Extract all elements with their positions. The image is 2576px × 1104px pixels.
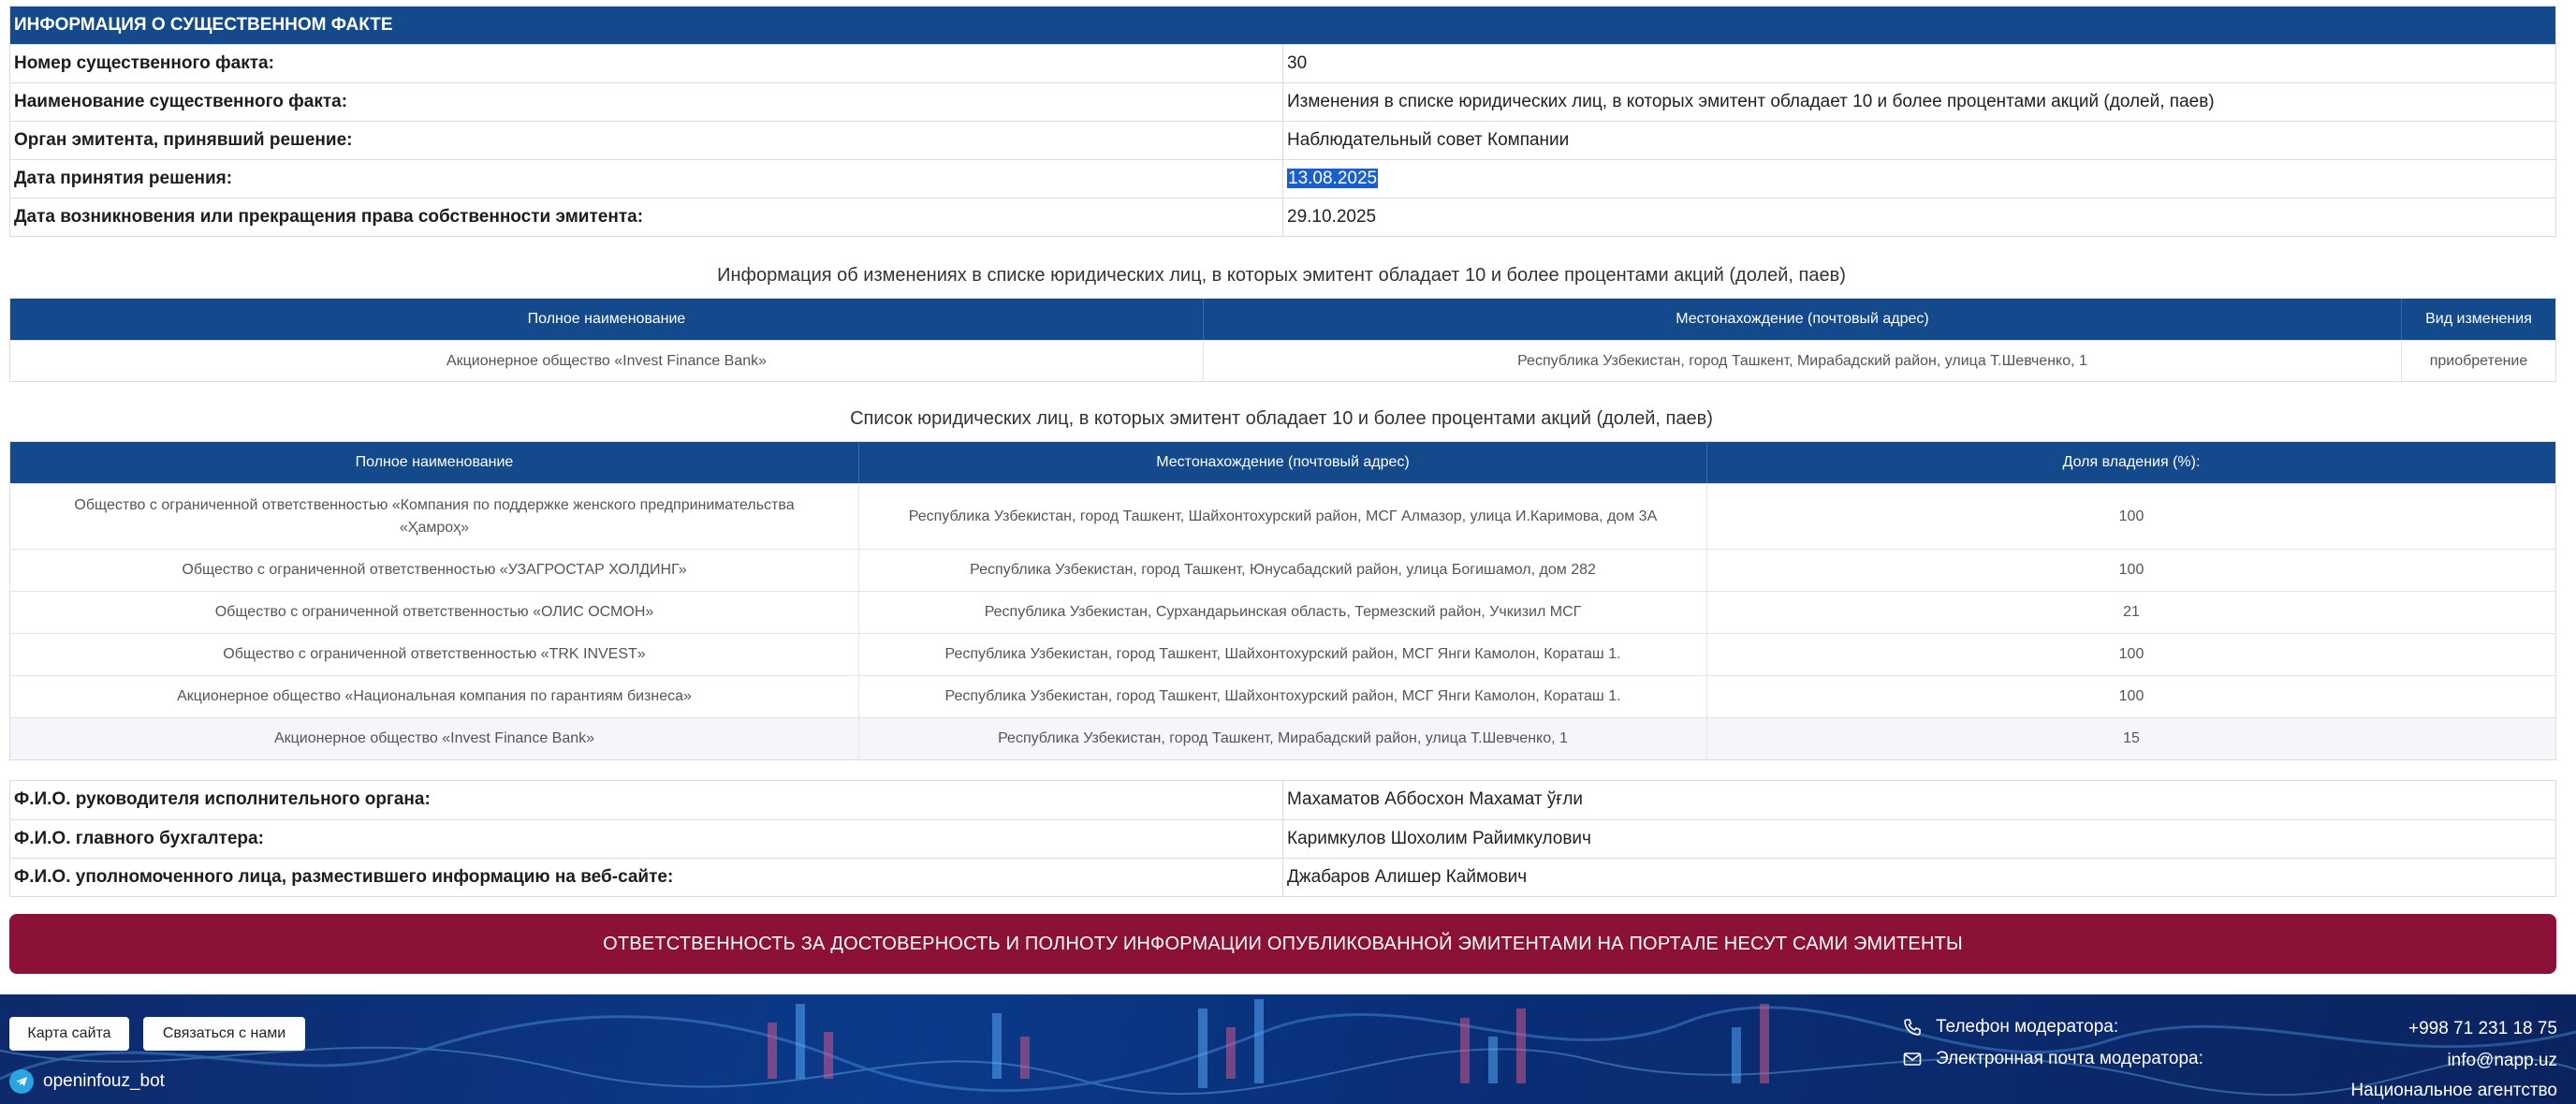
- telegram-bot-link[interactable]: openinfouz_bot: [9, 1069, 165, 1094]
- table-cell: 100: [2118, 562, 2144, 578]
- moderator-phone-label: Телефон модератора:: [1902, 1017, 2118, 1038]
- table-cell: 100: [2118, 688, 2144, 704]
- telegram-bot-name: openinfouz_bot: [43, 1071, 165, 1091]
- fact-value: Изменения в списке юридических лиц, в ко…: [1287, 92, 2215, 111]
- signature-value: Каримкулов Шохолим Райимкулович: [1287, 829, 1591, 848]
- fact-value: 13.08.2025: [1283, 160, 2555, 198]
- fact-label: Дата принятия решения:: [10, 160, 1283, 198]
- table-cell: Республика Узбекистан, город Ташкент, Ша…: [859, 634, 1707, 675]
- sitemap-button[interactable]: Карта сайта: [9, 1017, 129, 1051]
- signatures-table: Ф.И.О. руководителя исполнительного орга…: [9, 780, 2556, 897]
- moderator-email-label: Электронная почта модератора:: [1902, 1049, 2203, 1069]
- column-header: Местонахождение (почтовый адрес): [1204, 299, 2402, 340]
- fact-value: 29.10.2025: [1287, 207, 1377, 227]
- fact-row: Орган эмитента, принявший решение: Наблю…: [10, 121, 2555, 159]
- table-cell: Республика Узбекистан, город Ташкент, Юн…: [859, 550, 1707, 591]
- table-row: Общество с ограниченной ответственностью…: [10, 591, 2555, 633]
- fact-label: Наименование существенного факта:: [10, 83, 1283, 121]
- signature-value: Махаматов Аббосхон Махамат ўғли: [1287, 789, 1584, 809]
- table-cell: Республика Узбекистан, город Ташкент, Ша…: [859, 484, 1707, 549]
- holdings-table: Полное наименование Местонахождение (поч…: [9, 441, 2556, 760]
- table-cell: Республика Узбекистан, город Ташкент, Ша…: [859, 676, 1707, 717]
- selected-decision-date[interactable]: 13.08.2025: [1287, 169, 1379, 188]
- table-cell: 100: [2118, 646, 2144, 662]
- signature-label: Ф.И.О. уполномоченного лица, разместивше…: [10, 859, 1283, 896]
- table-cell: 15: [2123, 730, 2140, 746]
- table-cell: Общество с ограниченной ответственностью…: [10, 484, 859, 549]
- telegram-icon: [9, 1069, 34, 1094]
- column-header: Полное наименование: [10, 442, 859, 483]
- signature-row: Ф.И.О. уполномоченного лица, разместивше…: [10, 858, 2555, 896]
- column-header: Местонахождение (почтовый адрес): [859, 442, 1707, 483]
- changes-caption: Информация об изменениях в списке юридич…: [717, 265, 1846, 286]
- contact-us-button[interactable]: Связаться с нами: [143, 1017, 305, 1051]
- table-cell: приобретение: [2429, 352, 2528, 369]
- table-cell: Акционерное общество «Invest Finance Ban…: [10, 718, 859, 759]
- table-cell: Акционерное общество «Национальная компа…: [10, 676, 859, 717]
- fact-row: Дата возникновения или прекращения права…: [10, 198, 2555, 236]
- mail-icon: [1903, 1052, 1922, 1066]
- fact-value: Наблюдательный совет Компании: [1287, 130, 1570, 150]
- moderator-email-value[interactable]: info@napp.uz: [2447, 1051, 2557, 1071]
- table-cell: 21: [2123, 604, 2140, 620]
- disclaimer-banner: ОТВЕТСТВЕННОСТЬ ЗА ДОСТОВЕРНОСТЬ И ПОЛНО…: [9, 914, 2556, 974]
- phone-icon: [1904, 1019, 1921, 1036]
- changes-table-header: Полное наименование Местонахождение (поч…: [10, 299, 2555, 340]
- table-cell: Акционерное общество «Invest Finance Ban…: [10, 341, 1204, 381]
- table-cell: Общество с ограниченной ответственностью…: [10, 550, 859, 591]
- moderator-phone-value[interactable]: +998 71 231 18 75: [2408, 1019, 2557, 1039]
- table-cell: 100: [2118, 508, 2144, 524]
- table-cell: Республика Узбекистан, Сурхандарьинская …: [859, 592, 1707, 633]
- table-row: Акционерное общество «Invest Finance Ban…: [10, 717, 2555, 759]
- signature-row: Ф.И.О. главного бухгалтера: Каримкулов Ш…: [10, 819, 2555, 858]
- table-row: Общество с ограниченной ответственностью…: [10, 633, 2555, 675]
- table-cell: Общество с ограниченной ответственностью…: [10, 634, 859, 675]
- fact-label: Орган эмитента, принявший решение:: [10, 122, 1283, 159]
- fact-label: Дата возникновения или прекращения права…: [10, 199, 1283, 236]
- signature-value: Джабаров Алишер Каймович: [1287, 867, 1528, 887]
- phone-label-text: Телефон модератора:: [1936, 1017, 2119, 1037]
- fact-value: 30: [1287, 53, 1308, 73]
- table-row: Акционерное общество «Национальная компа…: [10, 675, 2555, 717]
- fact-label: Номер существенного факта:: [10, 45, 1283, 82]
- signature-row: Ф.И.О. руководителя исполнительного орга…: [10, 781, 2555, 819]
- footer: Карта сайта Связаться с нами openinfouz_…: [0, 994, 2576, 1104]
- email-label-text: Электронная почта модератора:: [1936, 1049, 2203, 1068]
- table-cell: Общество с ограниченной ответственностью…: [10, 592, 859, 633]
- fact-row: Дата принятия решения: 13.08.2025: [10, 159, 2555, 198]
- table-cell: Республика Узбекистан, город Ташкент, Ми…: [1204, 341, 2402, 381]
- fact-row: Номер существенного факта: 30: [10, 44, 2555, 82]
- table-cell: Республика Узбекистан, город Ташкент, Ми…: [859, 718, 1707, 759]
- facts-header: ИНФОРМАЦИЯ О СУЩЕСТВЕННОМ ФАКТЕ: [10, 7, 2555, 44]
- table-row: Общество с ограниченной ответственностью…: [10, 483, 2555, 549]
- facts-table: ИНФОРМАЦИЯ О СУЩЕСТВЕННОМ ФАКТЕ Номер су…: [9, 6, 2556, 237]
- fact-row: Наименование существенного факта: Измене…: [10, 82, 2555, 121]
- column-header: Вид изменения: [2425, 311, 2532, 327]
- column-header: Полное наименование: [10, 299, 1204, 340]
- holdings-caption: Список юридических лиц, в которых эмитен…: [850, 408, 1713, 429]
- column-header: Доля владения (%):: [2062, 454, 2201, 470]
- signature-label: Ф.И.О. руководителя исполнительного орга…: [10, 781, 1283, 819]
- holdings-table-header: Полное наименование Местонахождение (поч…: [10, 442, 2555, 483]
- changes-table: Полное наименование Местонахождение (поч…: [9, 298, 2556, 382]
- signature-label: Ф.И.О. главного бухгалтера:: [10, 820, 1283, 858]
- table-row: Акционерное общество «Invest Finance Ban…: [10, 340, 2555, 381]
- table-row: Общество с ограниченной ответственностью…: [10, 549, 2555, 591]
- agency-name: Национальное агентство: [2350, 1081, 2557, 1100]
